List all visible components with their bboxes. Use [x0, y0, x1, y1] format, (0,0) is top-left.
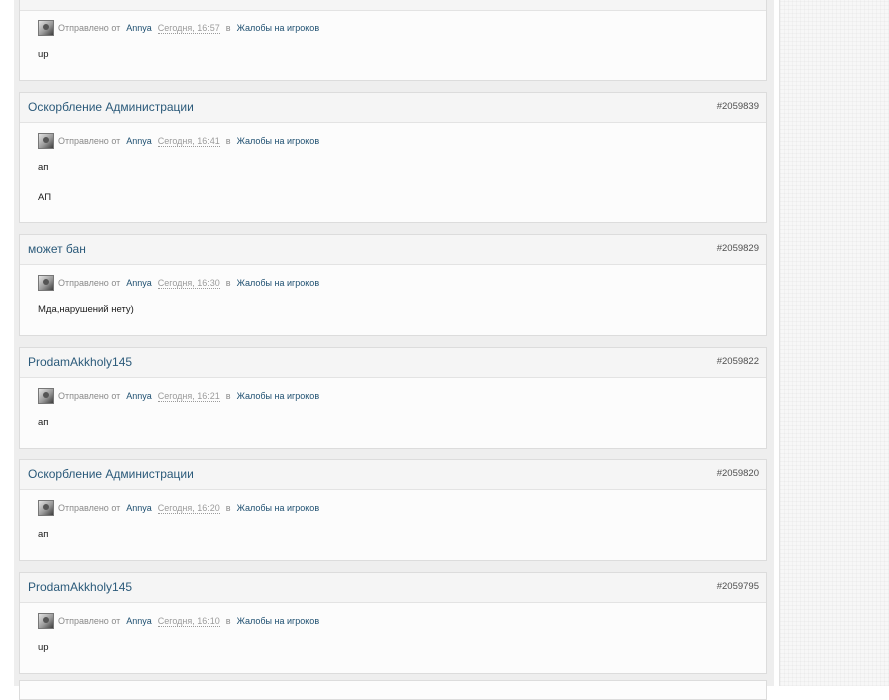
posted-by-label: Отправлено от: [58, 278, 121, 288]
in-label: в: [225, 278, 231, 288]
post-time: Сегодня, 16:10: [157, 615, 220, 627]
author-link[interactable]: Annya: [126, 23, 152, 33]
post-title-link[interactable]: Оскорбление Администрации: [28, 100, 194, 114]
post-title-link[interactable]: ProdamAkkholy145: [28, 580, 132, 594]
avatar[interactable]: [38, 275, 54, 291]
post-text: up: [38, 642, 49, 653]
post-id[interactable]: #2059839: [717, 101, 759, 112]
avatar[interactable]: [38, 500, 54, 516]
sidebar: [779, 0, 889, 686]
in-label: в: [225, 136, 231, 146]
post-title-link[interactable]: ProdamAkkholy145: [28, 355, 132, 369]
forum-link[interactable]: Жалобы на игроков: [237, 616, 320, 626]
posted-by-label: Отправлено от: [58, 616, 121, 626]
posted-by-label: Отправлено от: [58, 391, 121, 401]
author-link[interactable]: Annya: [126, 136, 152, 146]
post-card: может бан #2059829 Отправлено от Annya С…: [19, 234, 767, 336]
post-card: ProdamAkkholy145 #2059795 Отправлено от …: [19, 572, 767, 674]
avatar[interactable]: [38, 133, 54, 149]
post-card: Оскорбление Администрации #2059820 Отпра…: [19, 459, 767, 561]
post-title-link[interactable]: Оскорбление Администрации: [28, 467, 194, 481]
post-meta: Отправлено от Annya Сегодня, 16:57 в Жал…: [38, 20, 319, 36]
forum-link[interactable]: Жалобы на игроков: [237, 503, 320, 513]
forum-link[interactable]: Жалобы на игроков: [237, 23, 320, 33]
in-label: в: [225, 23, 231, 33]
post-id[interactable]: #2059820: [717, 468, 759, 479]
post-time: Сегодня, 16:30: [157, 277, 220, 289]
avatar[interactable]: [38, 20, 54, 36]
author-link[interactable]: Annya: [126, 503, 152, 513]
post-id[interactable]: #2059829: [717, 243, 759, 254]
post-card: ProdamAkkholy145 #2059822 Отправлено от …: [19, 347, 767, 449]
post-title-link[interactable]: может бан: [28, 242, 86, 256]
author-link[interactable]: Annya: [126, 391, 152, 401]
post-text: АП: [38, 192, 52, 203]
avatar[interactable]: [38, 388, 54, 404]
in-label: в: [225, 391, 231, 401]
post-header: Оскорбление Администрации #2059839: [20, 93, 766, 123]
post-meta: Отправлено от Annya Сегодня, 16:41 в Жал…: [38, 133, 319, 149]
post-meta: Отправлено от Annya Сегодня, 16:21 в Жал…: [38, 388, 319, 404]
forum-link[interactable]: Жалобы на игроков: [237, 136, 320, 146]
posted-by-label: Отправлено от: [58, 23, 121, 33]
in-label: в: [225, 503, 231, 513]
post-time: Сегодня, 16:41: [157, 135, 220, 147]
post-header: ProdamAkkholy145 #2059795: [20, 573, 766, 603]
post-time: Сегодня, 16:21: [157, 390, 220, 402]
post-meta: Отправлено от Annya Сегодня, 16:30 в Жал…: [38, 275, 319, 291]
forum-link[interactable]: Жалобы на игроков: [237, 391, 320, 401]
post-text: ап: [38, 162, 49, 173]
post-header: Оскорбление Администрации #2059820: [20, 460, 766, 490]
avatar[interactable]: [38, 613, 54, 629]
post-id[interactable]: #2059795: [717, 581, 759, 592]
author-link[interactable]: Annya: [126, 278, 152, 288]
post-id[interactable]: #2059822: [717, 356, 759, 367]
post-header: ProdamAkkholy145 #2059822: [20, 348, 766, 378]
post-text: ап: [38, 417, 49, 428]
post-header: может бан #2059829: [20, 235, 766, 265]
post-card: Отправлено от Annya Сегодня, 16:57 в Жал…: [19, 0, 767, 81]
in-label: в: [225, 616, 231, 626]
post-card: [19, 680, 767, 700]
post-time: Сегодня, 16:20: [157, 502, 220, 514]
post-card: Оскорбление Администрации #2059839 Отпра…: [19, 92, 767, 223]
post-text: ап: [38, 529, 49, 540]
post-header: [20, 0, 766, 11]
author-link[interactable]: Annya: [126, 616, 152, 626]
forum-link[interactable]: Жалобы на игроков: [237, 278, 320, 288]
post-time: Сегодня, 16:57: [157, 22, 220, 34]
post-text: up: [38, 49, 49, 60]
post-text: Мда,нарушений нету): [38, 304, 134, 315]
posted-by-label: Отправлено от: [58, 136, 121, 146]
posted-by-label: Отправлено от: [58, 503, 121, 513]
post-meta: Отправлено от Annya Сегодня, 16:10 в Жал…: [38, 613, 319, 629]
post-meta: Отправлено от Annya Сегодня, 16:20 в Жал…: [38, 500, 319, 516]
